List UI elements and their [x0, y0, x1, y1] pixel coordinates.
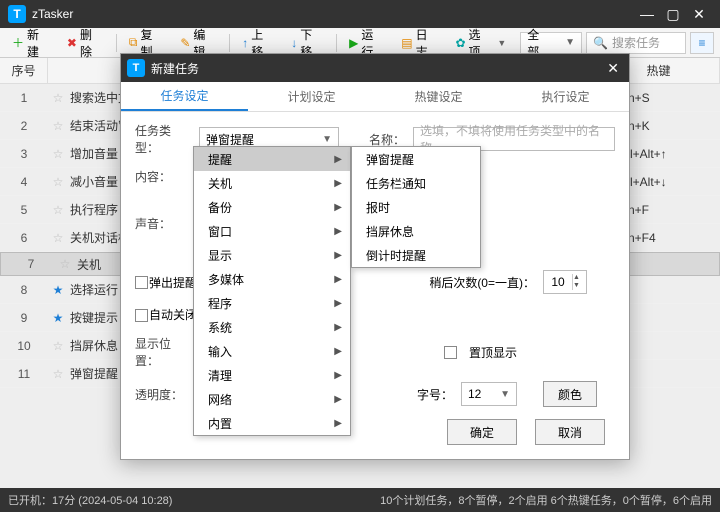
chevron-right-icon: ▶	[334, 154, 342, 165]
star-icon[interactable]: ☆	[48, 231, 68, 245]
menu-item-input[interactable]: 输入▶	[194, 339, 350, 363]
menu-item-builtin[interactable]: 内置▶	[194, 411, 350, 435]
row-num: 11	[0, 367, 48, 381]
label-pos: 显示位置：	[135, 335, 191, 369]
row-num: 5	[0, 203, 48, 217]
tab-hotkey[interactable]: 热键设定	[375, 82, 502, 111]
new-button[interactable]: ＋新建	[6, 23, 57, 63]
menu-item-clean[interactable]: 清理▶	[194, 363, 350, 387]
star-icon[interactable]: ☆	[48, 119, 68, 133]
color-button[interactable]: 颜色	[543, 381, 597, 407]
star-icon[interactable]: ☆	[48, 203, 68, 217]
ontop-checkbox[interactable]	[444, 346, 457, 359]
delay-count-spinner[interactable]: 10▲▼	[543, 270, 587, 294]
label-ontop: 置顶显示	[469, 344, 517, 361]
label-remind: 弹出提醒	[149, 274, 197, 291]
star-icon[interactable]: ☆	[48, 147, 68, 161]
ok-button[interactable]: 确定	[447, 419, 517, 445]
row-num: 4	[0, 175, 48, 189]
row-num: 8	[0, 283, 48, 297]
delete-button[interactable]: ✖删除	[61, 23, 110, 63]
menu-item-window[interactable]: 窗口▶	[194, 219, 350, 243]
x-icon: ✖	[67, 36, 77, 50]
star-icon[interactable]: ★	[48, 311, 68, 325]
listview-button[interactable]: ≡	[690, 32, 714, 54]
label-fontsize: 字号：	[417, 386, 453, 403]
menu-item-display[interactable]: 显示▶	[194, 243, 350, 267]
star-icon[interactable]: ☆	[48, 91, 68, 105]
filter-combo[interactable]: 全部▼	[520, 32, 582, 54]
minimize-button[interactable]: —	[634, 6, 660, 22]
app-title: zTasker	[32, 7, 73, 21]
row-num: 3	[0, 147, 48, 161]
app-logo: T	[8, 5, 26, 23]
remind-checkbox[interactable]	[135, 276, 148, 289]
menu-item-media[interactable]: 多媒体▶	[194, 267, 350, 291]
label-autoclose: 自动关闭	[149, 306, 197, 323]
search-icon: 🔍	[593, 36, 608, 50]
label-delaycount: 稍后次数(0=一直)：	[429, 274, 535, 291]
row-num: 1	[0, 91, 48, 105]
maximize-button[interactable]: ▢	[660, 6, 686, 23]
plus-icon: ＋	[12, 34, 24, 51]
menu-item-system[interactable]: 系统▶	[194, 315, 350, 339]
chevron-down-icon: ▼	[497, 38, 506, 48]
copy-icon: ⧉	[129, 35, 138, 50]
submenu-screenrest[interactable]: 挡屏休息	[352, 219, 480, 243]
up-icon: ↑	[242, 36, 248, 50]
new-task-dialog: T 新建任务 ✕ 任务设定 计划设定 热键设定 执行设定 任务类型： 弹窗提醒 ▼…	[120, 53, 630, 460]
chevron-down-icon: ▼	[565, 37, 575, 48]
type-submenu: 弹窗提醒 任务栏通知 报时 挡屏休息 倒计时提醒	[351, 146, 481, 268]
cancel-button[interactable]: 取消	[535, 419, 605, 445]
star-icon[interactable]: ☆	[55, 257, 75, 271]
close-button[interactable]: ✕	[686, 6, 712, 23]
row-num: 6	[0, 231, 48, 245]
tab-exec[interactable]: 执行设定	[502, 82, 629, 111]
star-icon[interactable]: ★	[48, 283, 68, 297]
pencil-icon: ✎	[180, 36, 190, 50]
row-num: 10	[0, 339, 48, 353]
dialog-close-button[interactable]: ✕	[603, 60, 623, 77]
autoclose-checkbox[interactable]	[135, 309, 148, 322]
list-icon: ≡	[699, 36, 706, 50]
menu-item-shutdown[interactable]: 关机▶	[194, 171, 350, 195]
menu-item-program[interactable]: 程序▶	[194, 291, 350, 315]
menu-item-network[interactable]: 网络▶	[194, 387, 350, 411]
status-left: 已开机：17分 (2024-05-04 10:28)	[8, 492, 172, 508]
gear-icon: ✿	[455, 36, 465, 50]
label-opacity: 透明度：	[135, 386, 191, 403]
fontsize-select[interactable]: 12▼	[461, 382, 517, 406]
tab-task[interactable]: 任务设定	[121, 82, 248, 111]
chevron-down-icon: ▼	[322, 134, 332, 145]
row-num: 2	[0, 119, 48, 133]
label-name: 名称：	[369, 131, 405, 148]
submenu-taskbar[interactable]: 任务栏通知	[352, 171, 480, 195]
menu-item-remind[interactable]: 提醒▶	[194, 147, 350, 171]
tab-schedule[interactable]: 计划设定	[248, 82, 375, 111]
row-num: 9	[0, 311, 48, 325]
star-icon[interactable]: ☆	[48, 175, 68, 189]
dialog-title: 新建任务	[151, 60, 199, 77]
label-content: 内容：	[135, 168, 191, 185]
submenu-time[interactable]: 报时	[352, 195, 480, 219]
submenu-popup[interactable]: 弹窗提醒	[352, 147, 480, 171]
label-type: 任务类型：	[135, 122, 191, 156]
submenu-countdown[interactable]: 倒计时提醒	[352, 243, 480, 267]
status-right: 10个计划任务，8个暂停，2个启用 6个热键任务，0个暂停，6个启用	[380, 492, 712, 508]
play-icon: ▶	[349, 36, 358, 50]
row-num: 7	[7, 257, 55, 271]
type-menu: 提醒▶ 关机▶ 备份▶ 窗口▶ 显示▶ 多媒体▶ 程序▶ 系统▶ 输入▶ 清理▶…	[193, 146, 351, 436]
down-icon: ↓	[291, 36, 297, 50]
col-num[interactable]: 序号	[0, 58, 48, 83]
menu-item-backup[interactable]: 备份▶	[194, 195, 350, 219]
log-icon: ▤	[401, 36, 412, 50]
star-icon[interactable]: ☆	[48, 339, 68, 353]
label-sound: 声音：	[135, 215, 191, 232]
search-input[interactable]: 🔍搜索任务	[586, 32, 686, 54]
dialog-logo: T	[127, 59, 145, 77]
star-icon[interactable]: ☆	[48, 367, 68, 381]
